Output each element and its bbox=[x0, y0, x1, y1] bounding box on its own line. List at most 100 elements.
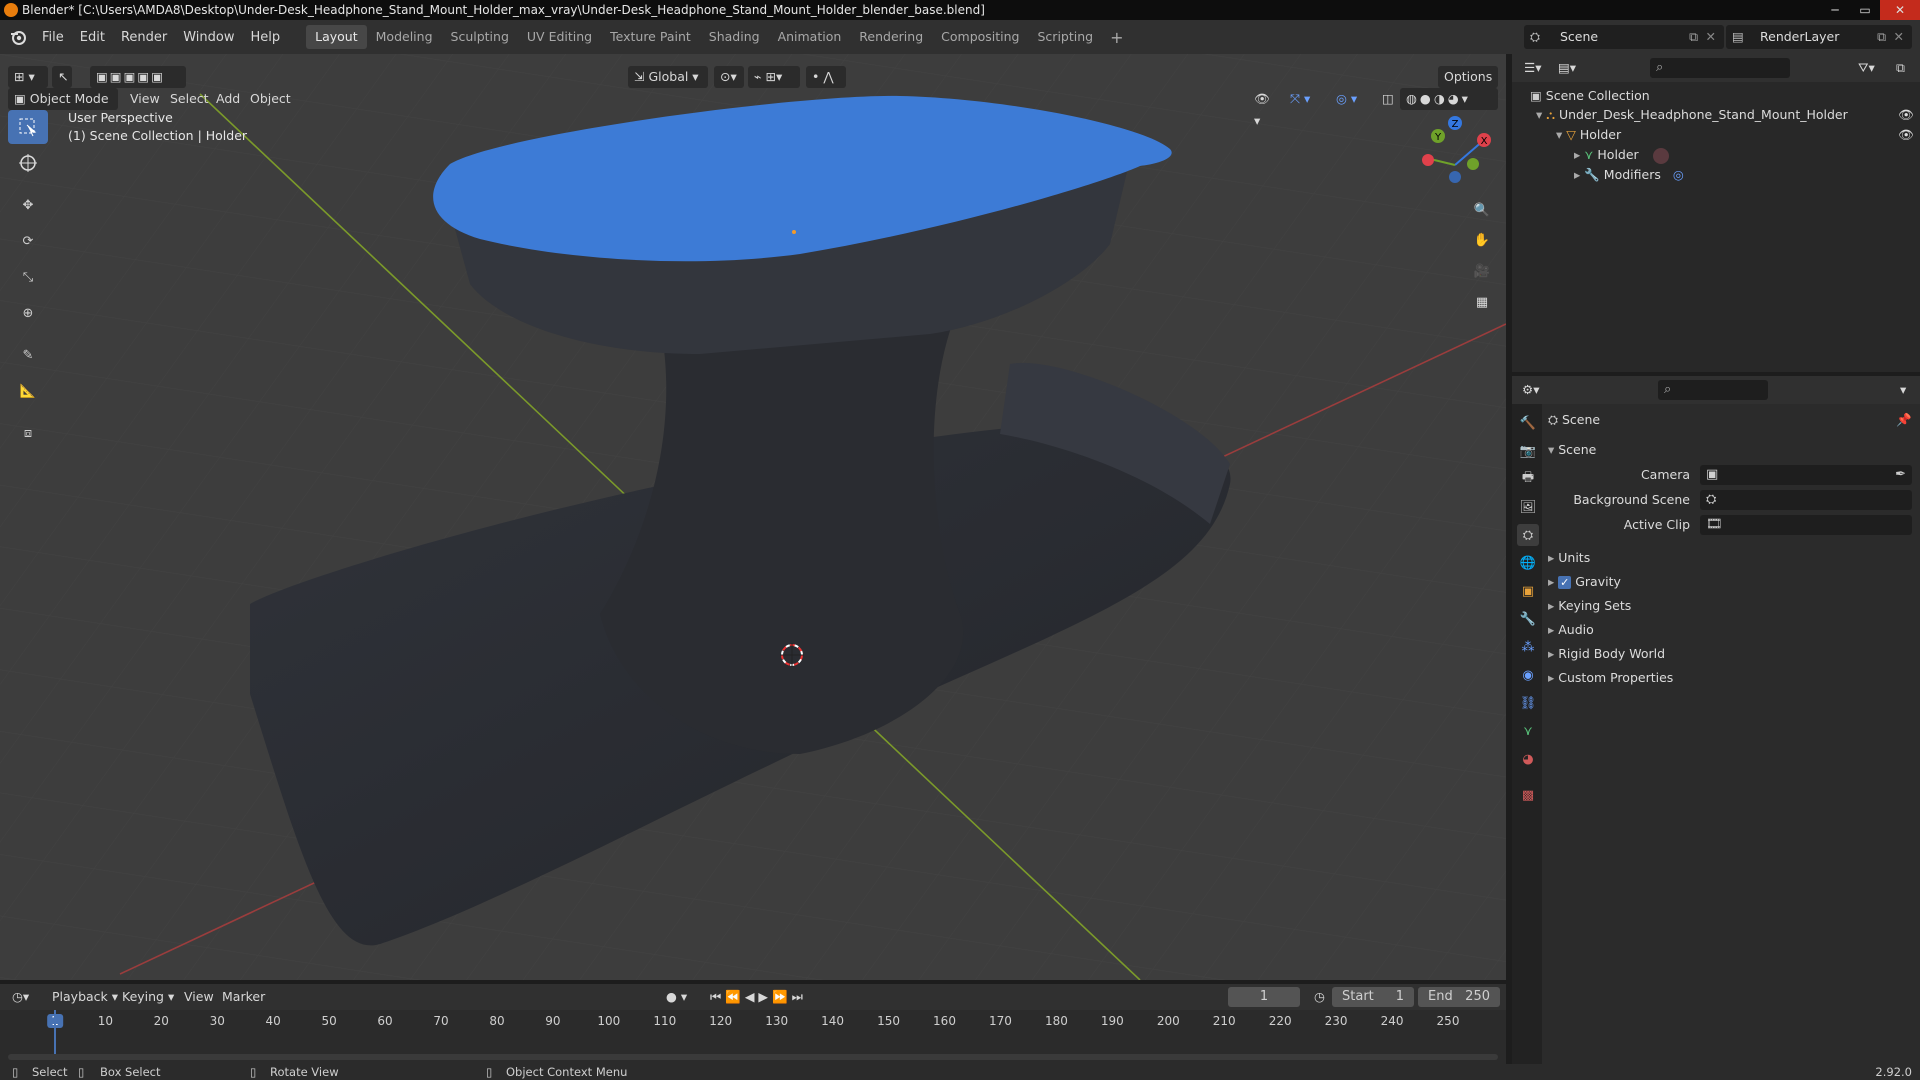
snap-icon[interactable]: ⌁ ⊞▾ bbox=[748, 66, 800, 88]
menu-help[interactable]: Help bbox=[243, 30, 289, 45]
playback-menu[interactable]: Playback ▾ bbox=[46, 986, 124, 1008]
tab-uv-editing[interactable]: UV Editing bbox=[518, 25, 601, 49]
start-frame-field[interactable]: Start 1 bbox=[1332, 987, 1414, 1007]
tab-compositing[interactable]: Compositing bbox=[932, 25, 1028, 49]
outliner-item-holder-mesh[interactable]: ▸ ⋎ Holder bbox=[1574, 145, 1669, 165]
ortho-grid-icon[interactable]: ▦ bbox=[1468, 288, 1496, 316]
object-tab-icon[interactable]: ▣ bbox=[1517, 580, 1539, 602]
visibility-eye-icon[interactable]: 👁 bbox=[1898, 105, 1914, 125]
select-tool-mode-icon[interactable]: ↖ bbox=[52, 66, 72, 88]
outliner-item-holder-object[interactable]: ▾ ▽ Holder bbox=[1556, 125, 1621, 145]
menu-render[interactable]: Render bbox=[113, 30, 175, 45]
pivot-point-icon[interactable]: ⊙▾ bbox=[714, 66, 744, 88]
editor-type-icon[interactable]: ⊞ ▾ bbox=[8, 66, 48, 88]
scene-panel-header[interactable]: ▾ Scene bbox=[1548, 440, 1596, 460]
viewport-canvas[interactable]: Z X Y bbox=[0, 54, 1506, 980]
maximize-button[interactable]: ▭ bbox=[1850, 0, 1880, 20]
keying-menu[interactable]: Keying ▾ bbox=[116, 986, 180, 1008]
modifier-tab-icon[interactable]: 🔧 bbox=[1517, 608, 1539, 630]
tool-tab-icon[interactable]: 🔨 bbox=[1517, 412, 1539, 434]
tab-sculpting[interactable]: Sculpting bbox=[442, 25, 518, 49]
camera-view-icon[interactable]: 🎥 bbox=[1468, 257, 1496, 285]
view-layer-selector[interactable]: ▤ RenderLayer ⧉ ✕ bbox=[1726, 25, 1912, 49]
scene-selector[interactable]: ⛭ Scene ⧉ ✕ bbox=[1524, 25, 1724, 49]
menu-edit[interactable]: Edit bbox=[72, 30, 113, 45]
end-frame-field[interactable]: End 250 bbox=[1418, 987, 1500, 1007]
measure-tool-icon[interactable]: 📐 bbox=[8, 374, 48, 408]
active-clip-field[interactable]: 🎞 bbox=[1700, 515, 1912, 535]
scene-tab-icon[interactable]: ⛭ bbox=[1517, 524, 1539, 546]
options-dropdown[interactable]: Options ▾ bbox=[1438, 66, 1498, 106]
playhead[interactable] bbox=[54, 1010, 56, 1054]
menu-window[interactable]: Window bbox=[175, 30, 242, 45]
outliner-search-input[interactable]: ⌕ bbox=[1650, 58, 1790, 78]
data-tab-icon[interactable]: ⋎ bbox=[1517, 720, 1539, 742]
custom-properties-panel-header[interactable]: ▸ Custom Properties bbox=[1548, 668, 1673, 688]
close-button[interactable]: ✕ bbox=[1880, 0, 1920, 20]
tab-modeling[interactable]: Modeling bbox=[367, 25, 442, 49]
properties-search-input[interactable]: ⌕ bbox=[1658, 380, 1768, 400]
xray-toggle-icon[interactable]: ◫ bbox=[1376, 88, 1396, 110]
eyedropper-icon[interactable]: ✒ bbox=[1895, 465, 1906, 485]
blender-menu-icon[interactable] bbox=[8, 27, 28, 47]
rigid-body-world-panel-header[interactable]: ▸ Rigid Body World bbox=[1548, 644, 1665, 664]
remove-view-layer-icon[interactable]: ✕ bbox=[1894, 25, 1904, 49]
move-tool-icon[interactable]: ✥ bbox=[8, 188, 48, 222]
transform-tool-icon[interactable]: ⊕ bbox=[8, 296, 48, 330]
menu-object[interactable]: Object bbox=[244, 88, 297, 110]
material-tab-icon[interactable]: ◕ bbox=[1517, 748, 1539, 770]
new-collection-icon[interactable]: ⧉ bbox=[1890, 57, 1911, 79]
keying-sets-panel-header[interactable]: ▸ Keying Sets bbox=[1548, 596, 1631, 616]
background-scene-field[interactable]: ⛭ bbox=[1700, 490, 1912, 510]
shading-mode-icons[interactable]: ◍●◑◕▾ bbox=[1400, 88, 1498, 110]
properties-editor-type-icon[interactable]: ⚙▾ bbox=[1516, 379, 1545, 401]
new-view-layer-icon[interactable]: ⧉ bbox=[1877, 25, 1886, 49]
add-cube-tool-icon[interactable]: ⧈ bbox=[8, 416, 48, 450]
gravity-panel-header[interactable]: ▸ ✓ Gravity bbox=[1548, 572, 1621, 592]
filter-icon[interactable]: ⛛▾ bbox=[1852, 57, 1881, 79]
constraints-tab-icon[interactable]: ⛓ bbox=[1517, 692, 1539, 714]
overlay-toggle-icon[interactable]: ◎ ▾ bbox=[1330, 88, 1370, 110]
menu-add[interactable]: Add bbox=[210, 88, 246, 110]
physics-tab-icon[interactable]: ◉ bbox=[1517, 664, 1539, 686]
playback-controls-icons[interactable]: ⏮⏪◀▶⏩⏭ bbox=[704, 986, 813, 1008]
cursor-tool-icon[interactable] bbox=[8, 146, 48, 180]
particles-tab-icon[interactable]: ⁂ bbox=[1517, 636, 1539, 658]
zoom-icon[interactable]: 🔍 bbox=[1468, 196, 1496, 224]
tab-shading[interactable]: Shading bbox=[700, 25, 769, 49]
annotate-tool-icon[interactable]: ✎ bbox=[8, 338, 48, 372]
visibility-icon[interactable]: 👁▾ bbox=[1248, 88, 1278, 128]
transform-orientation-dropdown[interactable]: ⇲ Global ▾ bbox=[628, 66, 708, 88]
visibility-eye-icon[interactable]: 👁 bbox=[1898, 125, 1914, 145]
timeline-scrollbar[interactable] bbox=[8, 1054, 1498, 1060]
minimize-button[interactable]: ─ bbox=[1820, 0, 1850, 20]
timeline-view-menu[interactable]: View bbox=[178, 986, 220, 1008]
camera-field[interactable]: ▣ ✒ bbox=[1700, 465, 1912, 485]
remove-scene-icon[interactable]: ✕ bbox=[1706, 25, 1716, 49]
tab-texture-paint[interactable]: Texture Paint bbox=[601, 25, 700, 49]
scale-tool-icon[interactable]: ⤡ bbox=[8, 260, 48, 294]
rotate-tool-icon[interactable]: ⟳ bbox=[8, 224, 48, 258]
menu-view[interactable]: View bbox=[124, 88, 166, 110]
select-box-tool-icon[interactable] bbox=[8, 110, 48, 144]
record-icon[interactable]: ● ▾ bbox=[660, 986, 693, 1008]
audio-panel-header[interactable]: ▸ Audio bbox=[1548, 620, 1594, 640]
outliner-item-modifiers[interactable]: ▸ 🔧 Modifiers ◎ bbox=[1574, 165, 1684, 185]
proportional-edit-icon[interactable]: • ⋀ bbox=[806, 66, 846, 88]
texture-tab-icon[interactable]: ▩ bbox=[1517, 784, 1539, 806]
outliner-scene-collection[interactable]: ▣ Scene Collection bbox=[1530, 86, 1650, 106]
output-tab-icon[interactable]: 🖶 bbox=[1517, 468, 1539, 490]
units-panel-header[interactable]: ▸ Units bbox=[1548, 548, 1590, 568]
3d-viewport[interactable]: Z X Y ⊞ ▾ ↖ ▣▣▣▣▣ ⇲ Global ▾ ⊙▾ ⌁ ⊞▾ • ⋀… bbox=[0, 54, 1506, 980]
properties-options-icon[interactable]: ▾ bbox=[1894, 379, 1912, 401]
outliner-item-collection[interactable]: ▾ ⛬ Under_Desk_Headphone_Stand_Mount_Hol… bbox=[1536, 105, 1848, 125]
menu-file[interactable]: File bbox=[34, 30, 72, 45]
current-frame-field[interactable]: 1 bbox=[1228, 987, 1300, 1007]
world-tab-icon[interactable]: 🌐 bbox=[1517, 552, 1539, 574]
menu-select[interactable]: Select bbox=[164, 88, 215, 110]
tab-layout[interactable]: Layout bbox=[306, 25, 367, 49]
gizmo-toggle-icon[interactable]: ⤧ ▾ bbox=[1284, 88, 1324, 110]
outliner-editor-type-icon[interactable]: ☰▾ bbox=[1518, 57, 1547, 79]
pan-hand-icon[interactable]: ✋ bbox=[1468, 226, 1496, 254]
tab-animation[interactable]: Animation bbox=[769, 25, 851, 49]
